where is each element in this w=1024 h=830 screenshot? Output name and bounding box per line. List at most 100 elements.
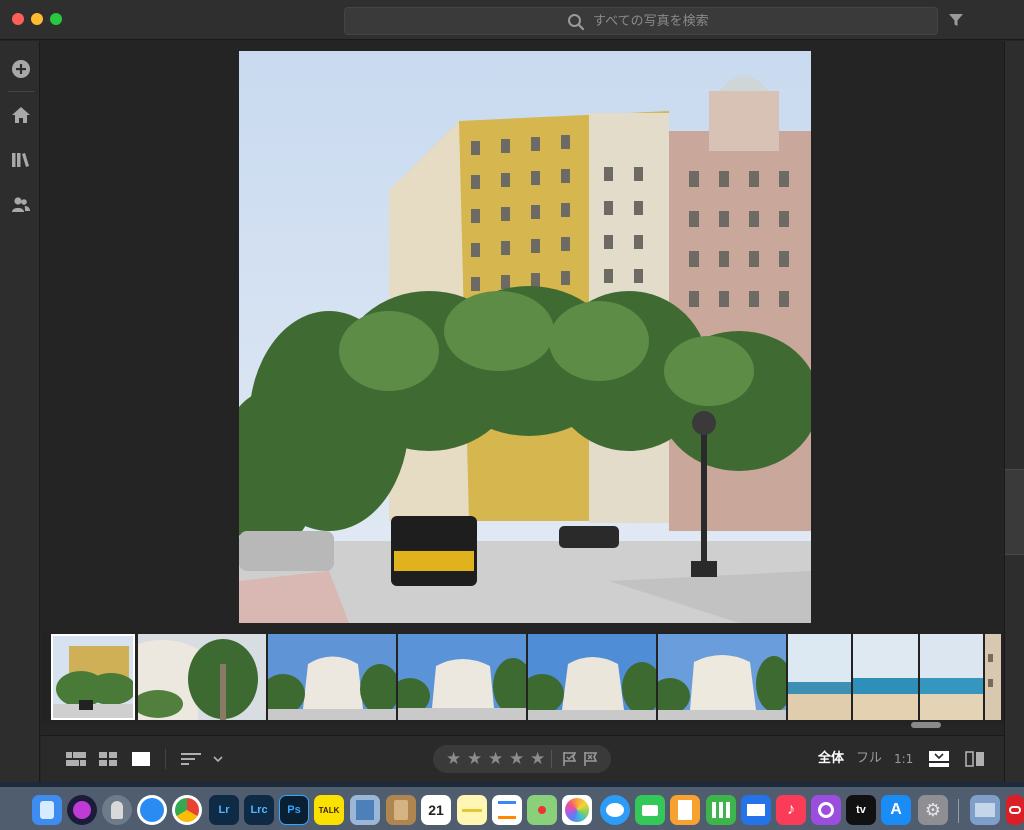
dock-safari[interactable] (137, 795, 167, 825)
sort-button[interactable] (180, 751, 202, 767)
dock-preview[interactable] (350, 795, 380, 825)
zoom-fill-button[interactable]: フル (856, 751, 882, 767)
sidebar-divider (8, 91, 34, 92)
thumbnail-image (985, 634, 1001, 720)
dock-siri[interactable] (67, 795, 97, 825)
filmstrip-thumbnail[interactable] (788, 634, 851, 720)
plus-circle-icon (12, 60, 30, 78)
reject-flag-icon[interactable] (584, 752, 598, 766)
filmstrip-thumbnail[interactable] (920, 634, 983, 720)
gear-icon: ⚙ (924, 799, 942, 820)
music-note-icon: ♪ (787, 801, 795, 818)
rating-star-4[interactable]: ★ (509, 749, 524, 769)
dock-lightroom[interactable]: Lr (209, 795, 239, 825)
dock-messages[interactable] (600, 795, 630, 825)
filmstrip-thumbnail[interactable] (138, 634, 266, 720)
close-window-button[interactable] (12, 13, 24, 25)
right-panel-toggle[interactable] (1005, 469, 1024, 555)
dock-maps[interactable] (527, 795, 557, 825)
dock-lightroom-classic[interactable]: Lrc (244, 795, 274, 825)
sidebar-item-library[interactable] (10, 149, 32, 171)
maximize-window-button[interactable] (50, 13, 62, 25)
dock-photoshop[interactable]: Ps (279, 795, 309, 825)
dock: Lr Lrc Ps TALK 21 ♪ tv A ⚙ (0, 787, 1024, 830)
add-photos-button[interactable] (10, 58, 32, 80)
right-panel-edge (1004, 41, 1024, 782)
apple-tv-icon: tv (856, 804, 866, 816)
dock-podcasts[interactable] (811, 795, 841, 825)
search-box[interactable] (344, 7, 938, 35)
dock-kakaotalk[interactable]: TALK (314, 795, 344, 825)
dock-calendar[interactable]: 21 (421, 795, 451, 825)
filmstrip-icon (929, 751, 949, 767)
toolbar-divider (165, 749, 166, 769)
filmstrip-thumbnail[interactable] (398, 634, 526, 720)
zoom-one-to-one-button[interactable]: 1:1 (894, 751, 913, 767)
dock-pages[interactable] (670, 795, 700, 825)
filter-icon[interactable] (948, 12, 964, 28)
dock-launchpad[interactable] (102, 795, 132, 825)
thumbnail-image (51, 634, 135, 720)
title-bar (0, 0, 1024, 40)
main-photo[interactable] (239, 51, 811, 623)
square-grid-view-button[interactable] (97, 751, 119, 767)
left-sidebar (0, 41, 40, 782)
dock-notes[interactable] (457, 795, 487, 825)
maps-icon (538, 806, 546, 814)
scrollbar-thumb[interactable] (911, 722, 941, 728)
dock-facetime[interactable] (635, 795, 665, 825)
lightroom-classic-icon: Lrc (250, 804, 268, 816)
filmstrip-scrollbar[interactable] (51, 722, 997, 728)
dock-chrome[interactable] (172, 795, 202, 825)
rating-star-1[interactable]: ★ (446, 749, 461, 769)
dock-numbers[interactable] (706, 795, 736, 825)
sidebar-item-home[interactable] (10, 104, 32, 126)
search-input[interactable] (593, 8, 923, 34)
dock-screenshot[interactable] (970, 795, 1000, 825)
dock-keynote[interactable] (741, 795, 771, 825)
sidebar-item-people[interactable] (10, 194, 32, 216)
filmstrip-toggle-button[interactable] (928, 750, 950, 768)
photoshop-icon: Ps (287, 804, 301, 816)
dock-system-preferences[interactable]: ⚙ (918, 795, 948, 825)
dock-app-store[interactable]: A (881, 795, 911, 825)
sort-dropdown-button[interactable] (211, 753, 225, 765)
filmstrip-thumbnail[interactable] (51, 634, 135, 720)
zoom-fit-button[interactable]: 全体 (818, 751, 844, 767)
thumbnail-image (268, 634, 396, 720)
compare-icon (965, 751, 984, 767)
finder-icon (40, 801, 54, 819)
dock-creative-cloud[interactable] (1006, 795, 1024, 825)
detail-view-button[interactable] (130, 751, 152, 767)
video-camera-icon (642, 804, 658, 816)
rating-star-2[interactable]: ★ (467, 749, 482, 769)
keynote-icon (747, 804, 765, 816)
filmstrip (41, 631, 1004, 728)
filmstrip-thumbnail[interactable] (658, 634, 786, 720)
dock-finder[interactable] (32, 795, 62, 825)
filmstrip-thumbnail[interactable] (985, 634, 1001, 720)
compare-view-button[interactable] (964, 750, 986, 768)
contacts-icon (394, 800, 408, 820)
library-icon (12, 153, 29, 167)
podcasts-icon (818, 802, 834, 818)
rating-star-3[interactable]: ★ (488, 749, 503, 769)
dock-apple-tv[interactable]: tv (846, 795, 876, 825)
grid-view-button[interactable] (65, 751, 87, 767)
creative-cloud-icon (1009, 806, 1021, 814)
dock-photos[interactable] (562, 795, 592, 825)
thumbnail-image (920, 634, 983, 720)
preview-icon (356, 800, 374, 820)
minimize-window-button[interactable] (31, 13, 43, 25)
pick-flag-icon[interactable] (563, 752, 577, 766)
thumbnail-image (138, 634, 266, 720)
dock-music[interactable]: ♪ (776, 795, 806, 825)
rating-star-5[interactable]: ★ (530, 749, 545, 769)
dock-reminders[interactable] (492, 795, 522, 825)
filmstrip-thumbnail[interactable] (268, 634, 396, 720)
thumbnail-image (528, 634, 656, 720)
screenshot-icon (975, 803, 995, 817)
dock-contacts[interactable] (386, 795, 416, 825)
filmstrip-thumbnail[interactable] (853, 634, 918, 720)
filmstrip-thumbnail[interactable] (528, 634, 656, 720)
